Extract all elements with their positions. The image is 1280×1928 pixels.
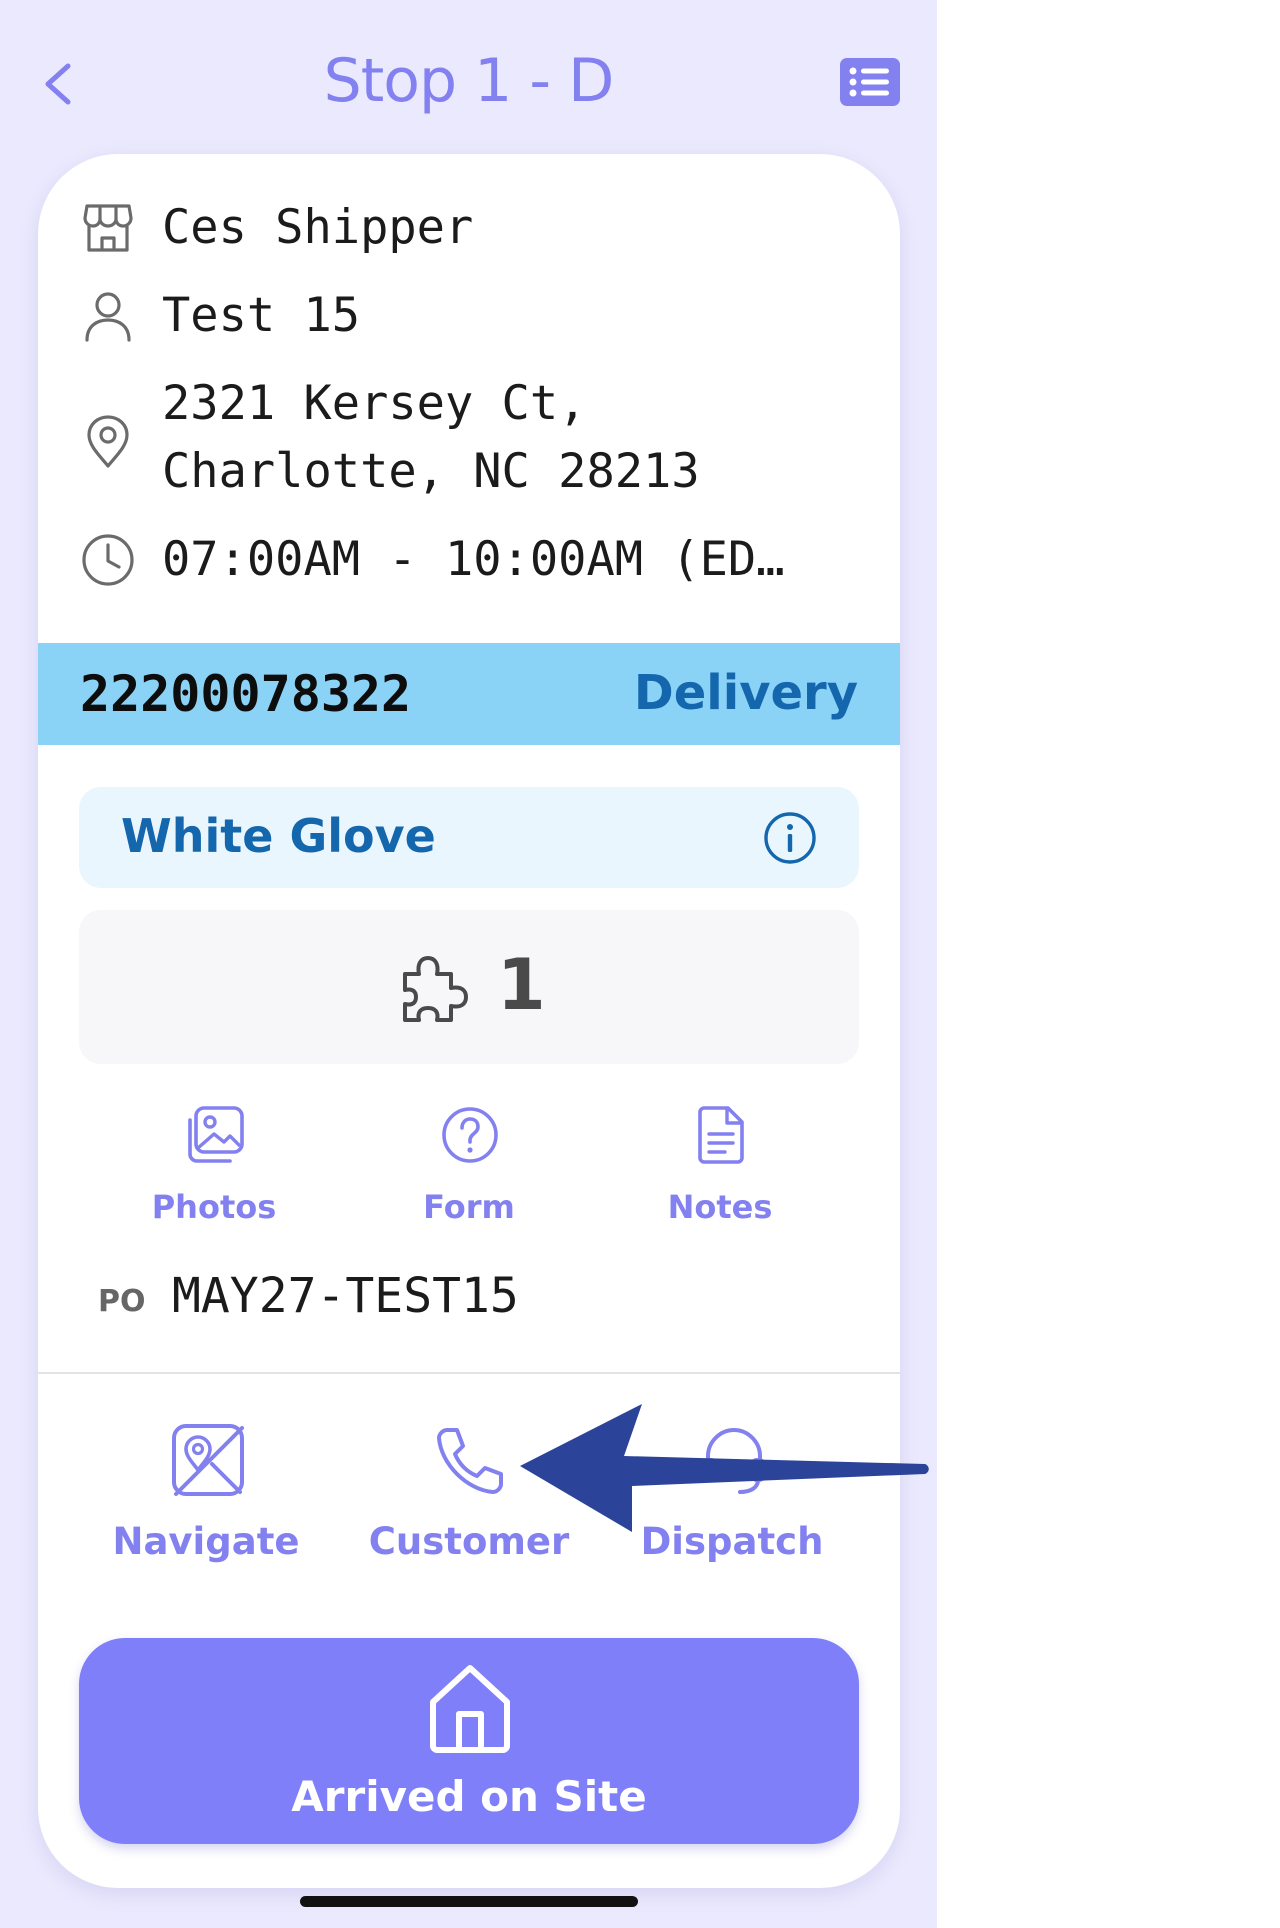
order-type: Delivery: [633, 665, 858, 721]
list-icon: [840, 58, 900, 106]
photos-button[interactable]: Photos: [94, 1104, 334, 1234]
header: Stop 1 - D: [0, 0, 937, 160]
stop-list-button[interactable]: [838, 56, 902, 108]
home-icon: [430, 1665, 510, 1753]
contact-name: Test 15: [162, 288, 361, 343]
stop-card: Ces Shipper Test 15 2321 Kersey Ct, Char…: [38, 154, 900, 1888]
time-window-row: 07:00AM - 10:00AM (ED…: [38, 526, 900, 596]
puzzle-icon: [403, 956, 468, 1022]
user-icon: [85, 292, 131, 342]
annotation-arrow-icon: [520, 1404, 929, 1532]
store-icon: [83, 204, 133, 252]
piece-count: 1: [497, 944, 546, 1026]
time-window: 07:00AM - 10:00AM (ED…: [162, 532, 785, 587]
form-button[interactable]: Form: [349, 1104, 589, 1234]
service-level-banner[interactable]: White Glove: [79, 787, 859, 888]
shipper-row: Ces Shipper: [38, 194, 900, 264]
po-value: MAY27-TEST15: [172, 1268, 519, 1324]
info-icon[interactable]: [763, 811, 817, 865]
address-line-2: Charlotte, NC 28213: [162, 444, 700, 499]
po-label: PO: [98, 1284, 146, 1319]
home-indicator: [300, 1896, 638, 1907]
form-label: Form: [423, 1188, 515, 1226]
service-level-label: White Glove: [121, 809, 436, 863]
notes-icon: [698, 1106, 744, 1164]
arrived-on-site-button[interactable]: Arrived on Site: [79, 1638, 859, 1844]
order-band: 22200078322 Delivery: [38, 643, 900, 745]
page-title: Stop 1 - D: [323, 46, 615, 116]
help-circle-icon: [442, 1107, 498, 1163]
order-number: 22200078322: [80, 665, 412, 723]
photos-icon: [188, 1106, 244, 1163]
notes-button[interactable]: Notes: [600, 1104, 840, 1234]
address-row: 2321 Kersey Ct, Charlotte, NC 28213: [38, 370, 900, 510]
navigate-button[interactable]: Navigate: [74, 1422, 338, 1572]
notes-label: Notes: [667, 1188, 773, 1226]
navigate-label: Navigate: [112, 1520, 300, 1563]
arrived-on-site-label: Arrived on Site: [291, 1772, 647, 1821]
divider: [38, 1372, 900, 1374]
clock-icon: [82, 534, 134, 586]
contact-row: Test 15: [38, 282, 900, 352]
location-pin-icon: [87, 415, 129, 468]
address-line-1: 2321 Kersey Ct,: [162, 376, 587, 431]
phone-icon: [437, 1428, 503, 1494]
map-icon: [172, 1424, 244, 1496]
shipper-name: Ces Shipper: [162, 200, 474, 255]
piece-count-box: 1: [79, 910, 859, 1064]
phone-screen: Stop 1 - D Ces Shipper Test 15 2321 Kers…: [0, 0, 937, 1928]
photos-label: Photos: [151, 1188, 277, 1226]
